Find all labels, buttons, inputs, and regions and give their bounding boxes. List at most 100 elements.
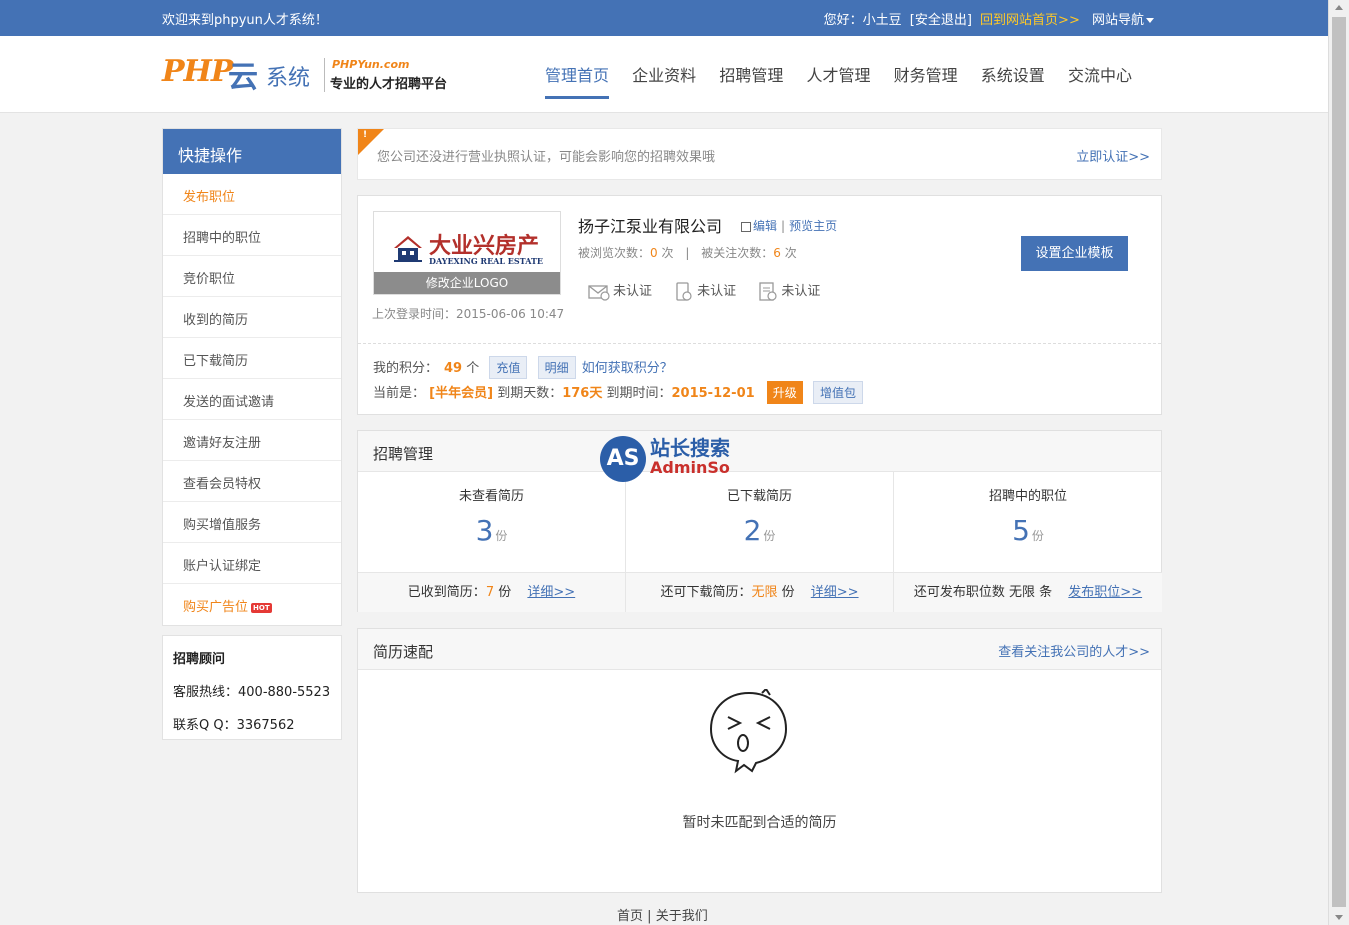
edit-link[interactable]: 编辑 bbox=[753, 219, 777, 233]
nav-finance[interactable]: 财务管理 bbox=[894, 62, 958, 96]
stat-value-wrap[interactable]: 2份 bbox=[626, 514, 893, 547]
sidebar-item-active-jobs[interactable]: 招聘中的职位 bbox=[163, 215, 341, 256]
points-label: 我的积分： bbox=[373, 361, 439, 376]
nav-dashboard[interactable]: 管理首页 bbox=[545, 62, 610, 99]
post-job-link[interactable]: 发布职位>> bbox=[1068, 585, 1142, 600]
footer-label: 已收到简历： bbox=[407, 585, 486, 600]
company-logo[interactable]: 大业兴房产 DAYEXING REAL ESTATE 修改企业LOGO bbox=[373, 211, 561, 295]
stat-label: 已下载简历 bbox=[726, 489, 792, 504]
company-name: 扬子江泵业有限公司 bbox=[578, 217, 723, 236]
followers-link[interactable]: 查看关注我公司的人才>> bbox=[998, 641, 1150, 660]
site-logo[interactable]: PHP 云 系统 PHPYun.com 专业的人才招聘平台 bbox=[162, 52, 462, 96]
received-detail-link[interactable]: 详细>> bbox=[527, 585, 575, 600]
expire-label: 到期时间： bbox=[606, 386, 672, 401]
sidebar-item-invite-friends[interactable]: 邀请好友注册 bbox=[163, 420, 341, 461]
edit-icon bbox=[741, 221, 751, 232]
scroll-up-icon[interactable] bbox=[1335, 5, 1343, 10]
sidebar-item-member-privileges[interactable]: 查看会员特权 bbox=[163, 461, 341, 502]
recharge-button[interactable]: 充值 bbox=[489, 356, 528, 379]
phone-cert[interactable]: 未认证 bbox=[674, 280, 736, 302]
phone-cert-label: 未认证 bbox=[697, 284, 737, 299]
set-template-button[interactable]: 设置企业模板 bbox=[1021, 236, 1128, 271]
welcome-text: 欢迎来到phpyun人才系统！ bbox=[162, 13, 328, 28]
logo-sub-text: DAYEXING REAL ESTATE bbox=[429, 256, 544, 266]
advisor-qq: 联系Q Q：3367562 bbox=[173, 718, 295, 733]
footer-unit: 份 bbox=[781, 585, 795, 600]
stat-value: 3 bbox=[475, 514, 494, 547]
sidebar-item-buy-services[interactable]: 购买增值服务 bbox=[163, 502, 341, 543]
stat-footer: 还可下载简历：无限 份 详细>> bbox=[626, 572, 893, 612]
sad-face-icon bbox=[709, 689, 788, 774]
edit-logo-button[interactable]: 修改企业LOGO bbox=[374, 272, 560, 294]
upgrade-button[interactable]: 升级 bbox=[766, 381, 803, 404]
nav-recruitment[interactable]: 招聘管理 bbox=[719, 62, 783, 96]
stat-label: 未查看简历 bbox=[458, 489, 524, 504]
hot-badge: HOT bbox=[251, 602, 272, 613]
recruit-panel-title: 招聘管理 bbox=[358, 431, 1161, 472]
stat-value-wrap[interactable]: 3份 bbox=[358, 514, 625, 547]
points-unit: 个 bbox=[466, 361, 480, 376]
member-level: [半年会员] bbox=[429, 386, 494, 401]
vertical-scrollbar[interactable] bbox=[1328, 0, 1349, 925]
stat-active-jobs: 招聘中的职位 5份 还可发布职位数 无限 条 发布职位>> bbox=[894, 472, 1162, 612]
footer-separator: | bbox=[647, 909, 652, 924]
house-icon bbox=[394, 236, 422, 262]
stat-value-wrap[interactable]: 5份 bbox=[894, 514, 1162, 547]
sidebar-item-post-job[interactable]: 发布职位 bbox=[163, 174, 341, 215]
footer-label: 还可发布职位数 无限 条 bbox=[913, 585, 1053, 600]
nav-company-profile[interactable]: 企业资料 bbox=[632, 62, 696, 96]
preview-homepage-link[interactable]: 预览主页 bbox=[789, 219, 837, 233]
watermark-cn: 站长搜索 bbox=[650, 436, 730, 460]
stat-downloaded-resumes: 已下载简历 2份 还可下载简历：无限 份 详细>> bbox=[626, 472, 894, 612]
home-link[interactable]: 回到网站首页>> bbox=[980, 13, 1080, 28]
sidebar-item-bid-jobs[interactable]: 竞价职位 bbox=[163, 256, 341, 297]
license-cert-label: 未认证 bbox=[781, 284, 821, 299]
scrollbar-thumb[interactable] bbox=[1332, 17, 1346, 907]
resume-match-panel: 简历速配 查看关注我公司的人才>> 暂时未匹配到合适的简历 bbox=[357, 628, 1162, 893]
follows-label: 被关注次数： bbox=[701, 246, 774, 260]
sidebar-title: 快捷操作 bbox=[163, 129, 341, 174]
footer-value: 无限 bbox=[751, 585, 778, 600]
sidebar-item-account-verification[interactable]: 账户认证绑定 bbox=[163, 543, 341, 584]
greeting-text: 您好：小土豆 bbox=[823, 13, 902, 28]
watermark-circle: AS bbox=[600, 436, 646, 482]
stat-unit: 份 bbox=[495, 529, 508, 543]
footer-home-link[interactable]: 首页 bbox=[617, 909, 643, 924]
sidebar-item-downloaded-resumes[interactable]: 已下载简历 bbox=[163, 338, 341, 379]
nav-settings[interactable]: 系统设置 bbox=[981, 62, 1045, 96]
nav-communication[interactable]: 交流中心 bbox=[1068, 62, 1132, 96]
logo-php-text: PHP bbox=[162, 54, 233, 89]
sidebar-item-interview-invites[interactable]: 发送的面试邀请 bbox=[163, 379, 341, 420]
how-to-earn-link[interactable]: 如何获取积分？ bbox=[582, 361, 673, 376]
footer-about-link[interactable]: 关于我们 bbox=[656, 909, 708, 924]
footer: 首页 | 关于我们 bbox=[617, 905, 708, 924]
site-nav-dropdown[interactable]: 网站导航 bbox=[1088, 13, 1154, 28]
logout-link[interactable]: [安全退出] bbox=[910, 13, 972, 28]
sidebar-item-buy-ads[interactable]: 购买广告位 HOT bbox=[163, 584, 341, 625]
sidebar-item-received-resumes[interactable]: 收到的简历 bbox=[163, 297, 341, 338]
main-nav: 管理首页 企业资料 招聘管理 人才管理 财务管理 系统设置 交流中心 bbox=[545, 62, 1151, 99]
advisor-hotline: 客服热线：400-880-5523 bbox=[173, 685, 331, 700]
certification-status: 未认证 未认证 未认证 bbox=[588, 280, 838, 302]
days-label: 到期天数： bbox=[497, 386, 563, 401]
license-cert-icon bbox=[759, 281, 777, 301]
top-bar-right: 您好：小土豆 [安全退出] 回到网站首页>> 网站导航 bbox=[820, 9, 1154, 28]
days-remaining: 176天 bbox=[562, 386, 603, 401]
stat-value: 5 bbox=[1012, 514, 1030, 547]
scroll-down-icon[interactable] bbox=[1335, 915, 1343, 920]
addon-pack-button[interactable]: 增值包 bbox=[812, 381, 863, 404]
email-cert[interactable]: 未认证 bbox=[588, 280, 652, 301]
logo-slogan: 专业的人才招聘平台 bbox=[330, 77, 448, 92]
nav-talent[interactable]: 人才管理 bbox=[806, 62, 870, 96]
download-detail-link[interactable]: 详细>> bbox=[811, 585, 859, 600]
sidebar: 快捷操作 发布职位 招聘中的职位 竞价职位 收到的简历 已下载简历 发送的面试邀… bbox=[162, 128, 342, 626]
advisor-box: 招聘顾问 客服热线：400-880-5523 联系Q Q：3367562 bbox=[162, 635, 342, 740]
notice-message: 您公司还没进行营业执照认证，可能会影响您的招聘效果哦 bbox=[377, 150, 716, 165]
logo-sys-text: 系统 bbox=[266, 66, 311, 91]
footer-label: 还可下载简历： bbox=[660, 585, 752, 600]
stats-separator: | bbox=[685, 246, 690, 260]
points-detail-button[interactable]: 明细 bbox=[537, 356, 576, 379]
verify-now-link[interactable]: 立即认证>> bbox=[1076, 146, 1150, 165]
license-cert[interactable]: 未认证 bbox=[758, 280, 820, 302]
header: PHP 云 系统 PHPYun.com 专业的人才招聘平台 管理首页 企业资料 … bbox=[0, 36, 1328, 113]
